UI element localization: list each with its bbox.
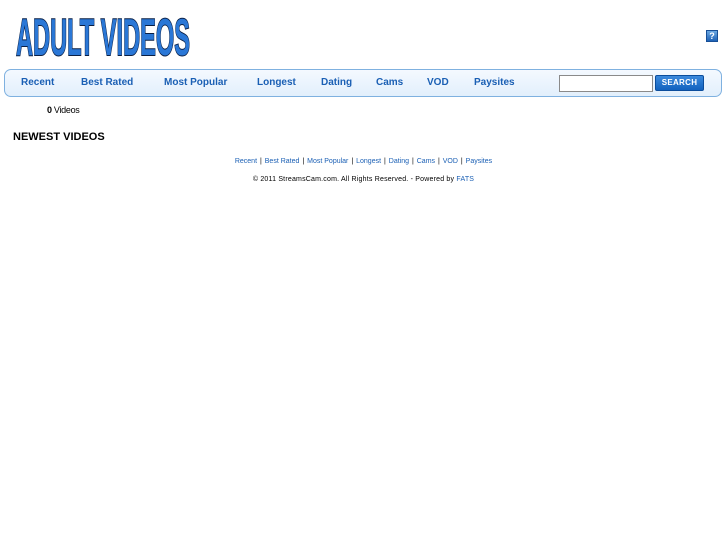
- copyright-text: © 2011 StreamsCam.com. All Rights Reserv…: [252, 176, 457, 183]
- nav-item-longest[interactable]: Longest: [257, 77, 296, 88]
- copyright: © 2011 StreamsCam.com. All Rights Reserv…: [0, 176, 727, 183]
- footer-link-dating[interactable]: Dating: [389, 158, 409, 165]
- nav-item-best-rated[interactable]: Best Rated: [81, 77, 133, 88]
- footer-links: Recent | Best Rated | Most Popular | Lon…: [0, 158, 727, 165]
- footer-link-vod[interactable]: VOD: [443, 158, 458, 165]
- footer-separator: |: [460, 158, 463, 165]
- footer-link-most-popular[interactable]: Most Popular: [307, 158, 348, 165]
- footer-separator: |: [302, 158, 305, 165]
- help-icon[interactable]: ?: [706, 30, 718, 42]
- footer-link-cams[interactable]: Cams: [417, 158, 435, 165]
- logo-text: ADULT VIDEOS: [16, 10, 190, 60]
- nav-item-dating[interactable]: Dating: [321, 77, 352, 88]
- footer-separator: |: [411, 158, 414, 165]
- search-button[interactable]: SEARCH: [655, 75, 704, 91]
- nav-item-cams[interactable]: Cams: [376, 77, 403, 88]
- footer-separator: |: [437, 158, 440, 165]
- site-logo[interactable]: ADULT VIDEOS: [14, 10, 192, 60]
- footer-separator: |: [351, 158, 354, 165]
- footer-separator: |: [259, 158, 262, 165]
- footer-link-longest[interactable]: Longest: [356, 158, 381, 165]
- video-count-label: Videos: [53, 105, 80, 115]
- footer-link-recent[interactable]: Recent: [235, 158, 257, 165]
- nav-item-paysites[interactable]: Paysites: [474, 77, 515, 88]
- footer-link-best-rated[interactable]: Best Rated: [265, 158, 300, 165]
- nav-bar: Recent Best Rated Most Popular Longest D…: [4, 69, 722, 97]
- nav-item-vod[interactable]: VOD: [427, 77, 449, 88]
- video-count: 0 Videos: [47, 105, 80, 115]
- nav-item-most-popular[interactable]: Most Popular: [164, 77, 227, 88]
- section-title: NEWEST VIDEOS: [13, 131, 105, 143]
- page: ADULT VIDEOS ? Recent Best Rated Most Po…: [0, 0, 727, 545]
- video-count-number: 0: [47, 105, 52, 115]
- powered-by-link[interactable]: FATS: [456, 176, 474, 183]
- search-input[interactable]: [559, 75, 653, 92]
- nav-item-recent[interactable]: Recent: [21, 77, 54, 88]
- footer-link-paysites[interactable]: Paysites: [466, 158, 492, 165]
- footer-separator: |: [384, 158, 386, 165]
